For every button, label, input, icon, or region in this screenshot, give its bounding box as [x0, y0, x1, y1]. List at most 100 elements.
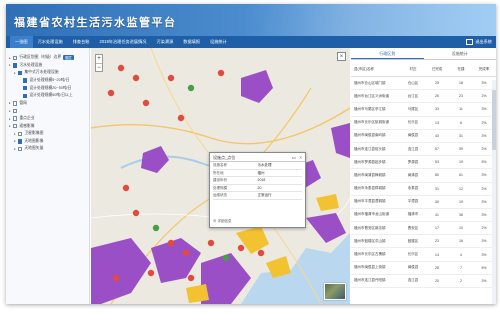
- popup-footer-link[interactable]: ⊕ 详细信息: [213, 219, 231, 224]
- stats-scrollbar[interactable]: [492, 80, 496, 304]
- zoom-control: + −: [95, 54, 103, 72]
- popup-footer-text: 详细信息: [217, 219, 232, 223]
- layer-item[interactable]: ▸ 天地图影像: [6, 138, 89, 146]
- table-row[interactable]: 福州市仓山区城门镇 仓山区 25 18 3%: [351, 77, 496, 91]
- layer-checkbox[interactable]: [13, 101, 18, 106]
- popup-close-icon[interactable]: ×: [299, 153, 302, 162]
- table-row[interactable]: 福州市罗源县起步镇 罗源县 53 19 5%: [351, 156, 496, 170]
- nav-item-4[interactable]: 污染溯源: [152, 36, 179, 48]
- layer-label: 卫星影像图: [24, 131, 44, 136]
- zoom-out-button[interactable]: −: [96, 63, 102, 71]
- layer-badge[interactable]: 图层: [63, 55, 74, 61]
- column-header[interactable]: 完成率: [473, 67, 495, 72]
- layer-checkbox[interactable]: [18, 146, 23, 152]
- stats-scrollbar-thumb[interactable]: [492, 90, 496, 150]
- exit-button[interactable]: 退出系统: [466, 38, 492, 46]
- layer-checkbox[interactable]: [13, 123, 18, 129]
- layer-item[interactable]: ▸ 行政区划图（村级）边界 图层: [6, 54, 89, 62]
- layer-label: 污水处理设施: [19, 62, 43, 67]
- table-cell: 10: [459, 226, 463, 231]
- table-cell: 53: [435, 160, 439, 165]
- table-cell: 仓山区: [407, 80, 419, 85]
- nav-item-3[interactable]: 2019年治理任务进展情况: [94, 36, 151, 48]
- layer-item[interactable]: ▸ 管网: [6, 100, 89, 108]
- layer-label: 遥感影像: [19, 123, 35, 128]
- column-header[interactable]: 已完成: [425, 67, 449, 72]
- table-cell: 2: [460, 278, 462, 283]
- layer-label: 设计处理规模5~20吨/日: [29, 78, 70, 83]
- nav-item-2[interactable]: 排查台账: [68, 36, 95, 48]
- zoom-in-button[interactable]: +: [96, 55, 102, 63]
- table-row[interactable]: 福州市连江县丹阳镇 连江县 20 2 3%: [351, 275, 496, 288]
- layer-item[interactable]: ▸: [6, 107, 89, 115]
- column-header[interactable]: 村庄: [401, 67, 425, 72]
- popup-key: 处理规模: [213, 185, 227, 190]
- stats-tab-0[interactable]: 行政区划: [351, 48, 424, 59]
- layer-checkbox[interactable]: [18, 131, 23, 136]
- table-cell: 23: [435, 239, 439, 244]
- popup-row: 设施名称 污水处理: [213, 162, 302, 170]
- layer-item[interactable]: ▸ 污水处理设施: [6, 62, 89, 70]
- layer-item[interactable]: ▸ 卫星影像图: [6, 130, 89, 138]
- stats-tab-1[interactable]: 设施统计: [424, 48, 497, 59]
- column-header[interactable]: 县(市区)名称: [351, 67, 401, 72]
- layer-item[interactable]: 设计处理规模5~20吨/日: [6, 77, 89, 85]
- table-row[interactable]: 福州市长乐区古槐镇 长乐区 14 4 3%: [351, 248, 496, 262]
- layer-item[interactable]: ▸ 集中式污水处理设施: [6, 69, 89, 77]
- nav-item-6[interactable]: 设施统计: [205, 36, 232, 48]
- table-cell: 30: [435, 199, 439, 204]
- nav-item-1[interactable]: 污水处理设施: [33, 36, 68, 48]
- layer-checkbox[interactable]: [13, 116, 18, 121]
- table-row[interactable]: 福州市闽侯县南屿镇 闽侯县 43 31 3%: [351, 130, 496, 143]
- layer-checkbox[interactable]: [13, 108, 18, 114]
- table-row[interactable]: 福州市鼓楼区洪山镇 鼓楼区 23 16 3%: [351, 235, 496, 249]
- layer-checkbox[interactable]: [13, 63, 18, 68]
- table-cell: 福清市: [407, 212, 419, 217]
- satellite-thumbnail[interactable]: [324, 283, 346, 300]
- nav-item-5[interactable]: 数据填报: [178, 36, 205, 48]
- layer-checkbox[interactable]: [13, 55, 18, 60]
- table-row[interactable]: 福州市闽侯县上街镇 闽侯县 28 7 5%: [351, 262, 496, 275]
- popup-title-text: 设施点_点位: [213, 155, 236, 160]
- layer-checkbox[interactable]: [23, 93, 28, 98]
- layer-label: 设计处理规模50吨/日以上: [29, 93, 73, 98]
- layer-checkbox[interactable]: [18, 70, 23, 76]
- layer-label: 管网: [19, 100, 27, 105]
- popup-restore-icon[interactable]: ▭: [292, 153, 296, 162]
- layer-item[interactable]: ▸ 遥感影像: [6, 122, 89, 130]
- table-cell: 36: [459, 212, 463, 217]
- table-row[interactable]: 福州市马尾区亭江镇 马尾区 33 11 3%: [351, 103, 496, 117]
- table-cell: 闽清县: [407, 172, 419, 177]
- map-view[interactable]: + − × 设施点_点位 ▭ × 设施名称 污水处理 所在地 福州 建设年份 2018 处理…: [91, 48, 350, 304]
- table-row[interactable]: 福州市晋安区新店镇 晋安区 17 10 2%: [351, 222, 496, 236]
- layer-item[interactable]: 设计处理规模50吨/日以上: [6, 92, 89, 100]
- table-cell: 罗源县: [407, 159, 419, 164]
- table-row[interactable]: 福州市闽清县梅城镇 闽清县 80 61 3%: [351, 169, 496, 183]
- layer-checkbox[interactable]: [18, 139, 23, 144]
- map-close-button[interactable]: ×: [337, 52, 346, 61]
- layer-item[interactable]: 设计处理规模20~50吨/日: [6, 84, 89, 92]
- table-cell: 连江县: [407, 146, 419, 151]
- layer-checkbox[interactable]: [23, 85, 28, 91]
- table-cell: 57: [435, 147, 439, 152]
- nav-item-0[interactable]: 一张图: [10, 36, 33, 48]
- column-header[interactable]: 在建: [449, 67, 473, 72]
- table-cell: 19: [459, 160, 463, 165]
- layer-checkbox[interactable]: [23, 78, 28, 83]
- facility-popup: 设施点_点位 ▭ × 设施名称 污水处理 所在地 福州 建设年份 2018 处理规模 20 运维…: [209, 152, 306, 228]
- table-row[interactable]: 福州市永泰县樟城镇 永泰县 31 12 2%: [351, 183, 496, 196]
- table-cell: 福州市平潭县潭城镇: [354, 199, 386, 204]
- table-cell: 连江县: [407, 278, 419, 283]
- table-row[interactable]: 福州市长乐区航城街道 长乐区 13 6 2%: [351, 117, 496, 130]
- table-cell: 福州市马尾区亭江镇: [354, 106, 386, 111]
- table-row[interactable]: 福州市连江县琯头镇 连江县 57 39 2%: [351, 143, 496, 157]
- table-row[interactable]: 福州市平潭县潭城镇 平潭县 30 19 3%: [351, 196, 496, 209]
- table-cell: 福州市连江县琯头镇: [354, 146, 386, 151]
- table-row[interactable]: 福州市台江区义洲街道 台江区 26 23 2%: [351, 90, 496, 104]
- layer-item[interactable]: ▸ 天地图矢量: [6, 145, 89, 153]
- popup-row: 建设年份 2018: [213, 177, 302, 185]
- stats-table-body: 福州市仓山区城门镇 仓山区 25 18 3% 福州市台江区义洲街道 台江区 26 23 2% 福州市…: [351, 77, 496, 288]
- layer-item[interactable]: ▸ 重点企业: [6, 115, 89, 123]
- layer-label: 设计处理规模20~50吨/日: [29, 85, 72, 90]
- table-row[interactable]: 福州市福清市龙山街道 福清市 41 36 3%: [351, 209, 496, 223]
